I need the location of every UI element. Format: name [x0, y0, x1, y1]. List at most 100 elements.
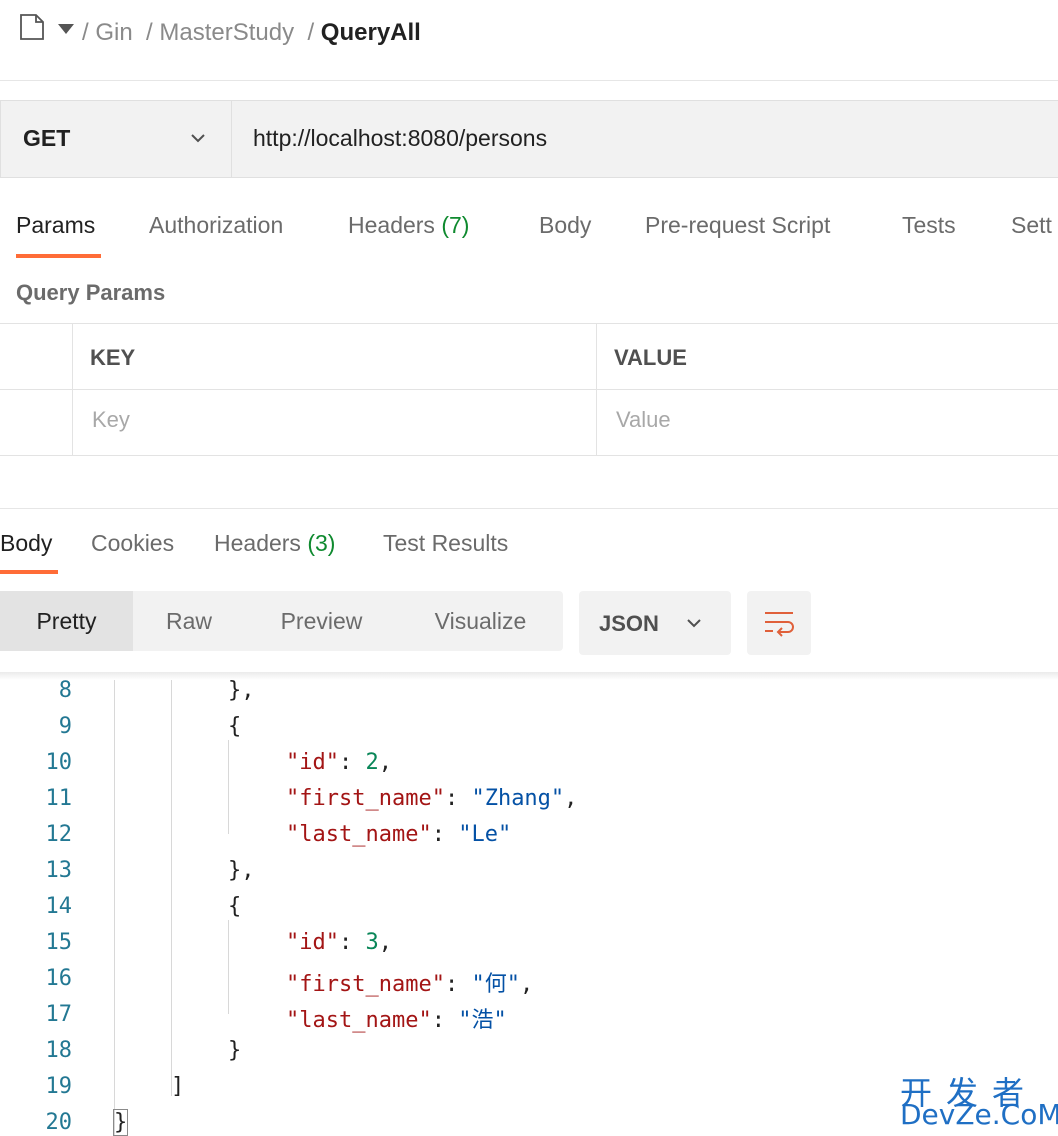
line-number: 8	[58, 678, 72, 703]
language-label: JSON	[599, 611, 659, 636]
request-tabs: Params Authorization Headers (7) Body Pr…	[0, 208, 1058, 264]
response-tab-headers[interactable]: Headers (3)	[214, 530, 335, 557]
watermark-line-2: DevZe.CoM	[900, 1098, 1058, 1131]
line-number: 15	[45, 930, 73, 955]
json-string: "Zhang"	[471, 786, 565, 811]
tab-tests[interactable]: Tests	[902, 212, 956, 239]
breadcrumb-separator: /	[300, 19, 321, 46]
indent-guide	[228, 740, 229, 834]
code-line: }	[228, 1038, 242, 1063]
key-input[interactable]: Key	[92, 407, 130, 433]
json-string: "Le"	[458, 822, 512, 847]
watermark-logo: 开发者 DevZe.CoM	[900, 1068, 1058, 1132]
code-line: {	[228, 894, 242, 919]
json-key: "first_name"	[286, 786, 445, 811]
table-border	[596, 323, 597, 456]
json-key: "first_name"	[286, 972, 445, 997]
table-border	[72, 323, 73, 456]
url-input[interactable]: http://localhost:8080/persons	[253, 125, 547, 152]
response-tab-cookies[interactable]: Cookies	[91, 530, 174, 557]
preview-button[interactable]: Preview	[245, 591, 398, 651]
table-border	[0, 323, 1058, 324]
tab-authorization[interactable]: Authorization	[149, 212, 283, 239]
request-document-icon	[20, 14, 44, 40]
line-number: 11	[45, 786, 73, 811]
code-line: }	[112, 1109, 129, 1136]
chevron-down-icon	[687, 619, 701, 628]
tab-settings[interactable]: Sett	[1011, 212, 1052, 239]
json-key: "id"	[286, 750, 339, 775]
table-border	[0, 455, 1058, 456]
breadcrumb: / Gin / MasterStudy / QueryAll	[0, 0, 1058, 81]
active-tab-indicator	[16, 254, 101, 258]
code-line: "first_name": "何",	[286, 972, 534, 997]
line-number: 13	[45, 858, 73, 883]
response-tab-body[interactable]: Body	[0, 530, 52, 557]
response-headers-count: (3)	[307, 530, 336, 556]
column-header-key: KEY	[90, 345, 136, 370]
breadcrumb-item-collection[interactable]: Gin	[95, 19, 132, 46]
line-number: 17	[45, 1002, 73, 1027]
code-line: "id": 2,	[286, 750, 392, 775]
indent-guide	[171, 672, 172, 1096]
code-line: "last_name": "浩"	[286, 1008, 507, 1033]
request-name[interactable]: QueryAll	[321, 19, 421, 46]
method-label: GET	[23, 125, 71, 151]
code-line: },	[228, 678, 255, 703]
code-line: "last_name": "Le"	[286, 822, 512, 847]
language-select[interactable]: JSON	[579, 591, 731, 655]
response-tab-test-results[interactable]: Test Results	[383, 530, 508, 557]
caret-down-icon[interactable]	[58, 24, 74, 34]
json-punctuation: ,	[519, 972, 534, 997]
breadcrumb-item-folder[interactable]: MasterStudy	[159, 19, 294, 46]
wrap-lines-icon	[765, 612, 794, 637]
method-select[interactable]: GET	[1, 101, 232, 177]
indent-guide	[114, 672, 115, 1136]
json-punctuation: ,	[378, 930, 392, 955]
wrap-lines-button[interactable]	[747, 591, 811, 655]
url-bar: GET http://localhost:8080/persons	[0, 100, 1058, 178]
json-key: "last_name"	[286, 822, 432, 847]
value-input[interactable]: Value	[616, 407, 671, 433]
json-key: "last_name"	[286, 1008, 432, 1033]
json-number: 2	[365, 750, 379, 775]
chevron-down-icon	[191, 134, 205, 143]
active-response-tab-indicator	[0, 570, 58, 574]
query-params-table: KEY VALUE Key Value	[0, 323, 1058, 456]
tab-pre-request-script[interactable]: Pre-request Script	[645, 212, 830, 239]
raw-button[interactable]: Raw	[133, 591, 245, 651]
line-number: 12	[45, 822, 73, 847]
line-number: 18	[45, 1038, 73, 1063]
tab-headers[interactable]: Headers (7)	[348, 212, 469, 239]
tab-params[interactable]: Params	[16, 212, 95, 239]
code-line: "id": 3,	[286, 930, 392, 955]
line-number: 19	[45, 1074, 73, 1099]
json-string: "何"	[471, 972, 520, 997]
tab-body[interactable]: Body	[539, 212, 591, 239]
json-number: 3	[365, 930, 379, 955]
headers-count: (7)	[441, 212, 470, 238]
pretty-button[interactable]: Pretty	[0, 591, 133, 651]
json-punctuation: ,	[564, 786, 578, 811]
breadcrumb-separator: /	[82, 19, 96, 46]
line-number: 10	[45, 750, 73, 775]
breadcrumb-separator: /	[139, 19, 160, 46]
indent-guide	[228, 920, 229, 1014]
visualize-button[interactable]: Visualize	[398, 591, 563, 651]
line-number: 20	[45, 1110, 73, 1135]
code-line: {	[228, 714, 242, 739]
line-number: 14	[45, 894, 73, 919]
json-key: "id"	[286, 930, 339, 955]
code-line: },	[228, 858, 255, 883]
response-body-editor[interactable]: 8 }, 9 { 10 "id": 2, 11 "first_name": "Z…	[0, 672, 1058, 1136]
query-params-title: Query Params	[16, 280, 166, 305]
line-number: 9	[58, 714, 72, 739]
toolbar-shadow	[0, 672, 1058, 680]
pane-divider[interactable]	[0, 508, 1058, 509]
format-mode-group: Pretty Raw Preview Visualize	[0, 591, 563, 651]
table-border	[0, 389, 1058, 390]
code-line: ]	[171, 1074, 185, 1099]
json-string: "浩"	[458, 1008, 507, 1033]
code-line: "first_name": "Zhang",	[286, 786, 578, 811]
line-number: 16	[45, 966, 73, 991]
